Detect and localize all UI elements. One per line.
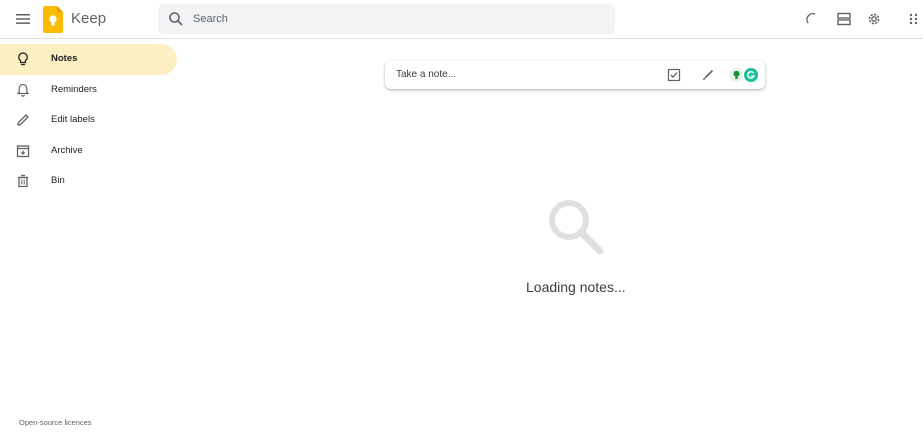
refresh-button[interactable]: [797, 4, 827, 34]
main-menu-button[interactable]: [8, 4, 38, 34]
magnifier-icon: [549, 200, 604, 255]
sidebar-item-label: Archive: [51, 144, 83, 156]
loading-spinner-icon: [806, 12, 816, 24]
sidebar-item-label: Bin: [51, 175, 65, 186]
search-input[interactable]: [193, 9, 603, 29]
search-icon[interactable]: [168, 11, 184, 27]
take-a-note-placeholder: Take a note...: [396, 69, 457, 80]
hamburger-menu-icon: [16, 14, 30, 24]
grammarly-icon[interactable]: [744, 68, 758, 82]
list-view-button[interactable]: [829, 4, 859, 34]
sidebar-item-notes[interactable]: Notes: [0, 44, 177, 75]
pencil-icon: [17, 114, 29, 126]
open-source-licences-link[interactable]: Open-source licences: [19, 418, 92, 427]
archive-icon: [16, 144, 30, 157]
sidebar-item-archive[interactable]: Archive: [0, 136, 177, 167]
sidebar-item-label: Notes: [51, 53, 78, 64]
trash-icon: [17, 174, 29, 188]
extension-icons: [729, 68, 758, 82]
sidebar-item-reminders[interactable]: Reminders: [0, 75, 177, 106]
new-drawing-button[interactable]: [699, 66, 717, 84]
new-list-button[interactable]: [665, 66, 683, 84]
sidebar-item-bin[interactable]: Bin: [0, 166, 177, 197]
bell-icon: [16, 83, 30, 97]
sidebar-item-edit-labels[interactable]: Edit labels: [0, 105, 177, 136]
brush-icon: [703, 69, 714, 80]
gear-icon: [868, 13, 880, 25]
app-header: Keep: [0, 0, 923, 39]
checkbox-icon: [667, 68, 681, 82]
search-bar[interactable]: [158, 4, 615, 34]
list-view-icon: [837, 12, 851, 26]
google-apps-button[interactable]: [904, 4, 923, 34]
sidebar: Notes Reminders Edit labels Archive Bin: [0, 44, 180, 197]
loading-text: Loading notes...: [526, 279, 626, 295]
lightbulb-icon: [18, 52, 28, 66]
sidebar-item-label: Reminders: [51, 83, 97, 95]
apps-grid-icon: [909, 13, 917, 25]
sidebar-item-label: Edit labels: [51, 114, 95, 125]
settings-button[interactable]: [859, 4, 889, 34]
keep-extension-icon[interactable]: [729, 68, 743, 82]
app-title[interactable]: Keep: [71, 10, 106, 27]
keep-logo-icon[interactable]: [43, 6, 63, 33]
